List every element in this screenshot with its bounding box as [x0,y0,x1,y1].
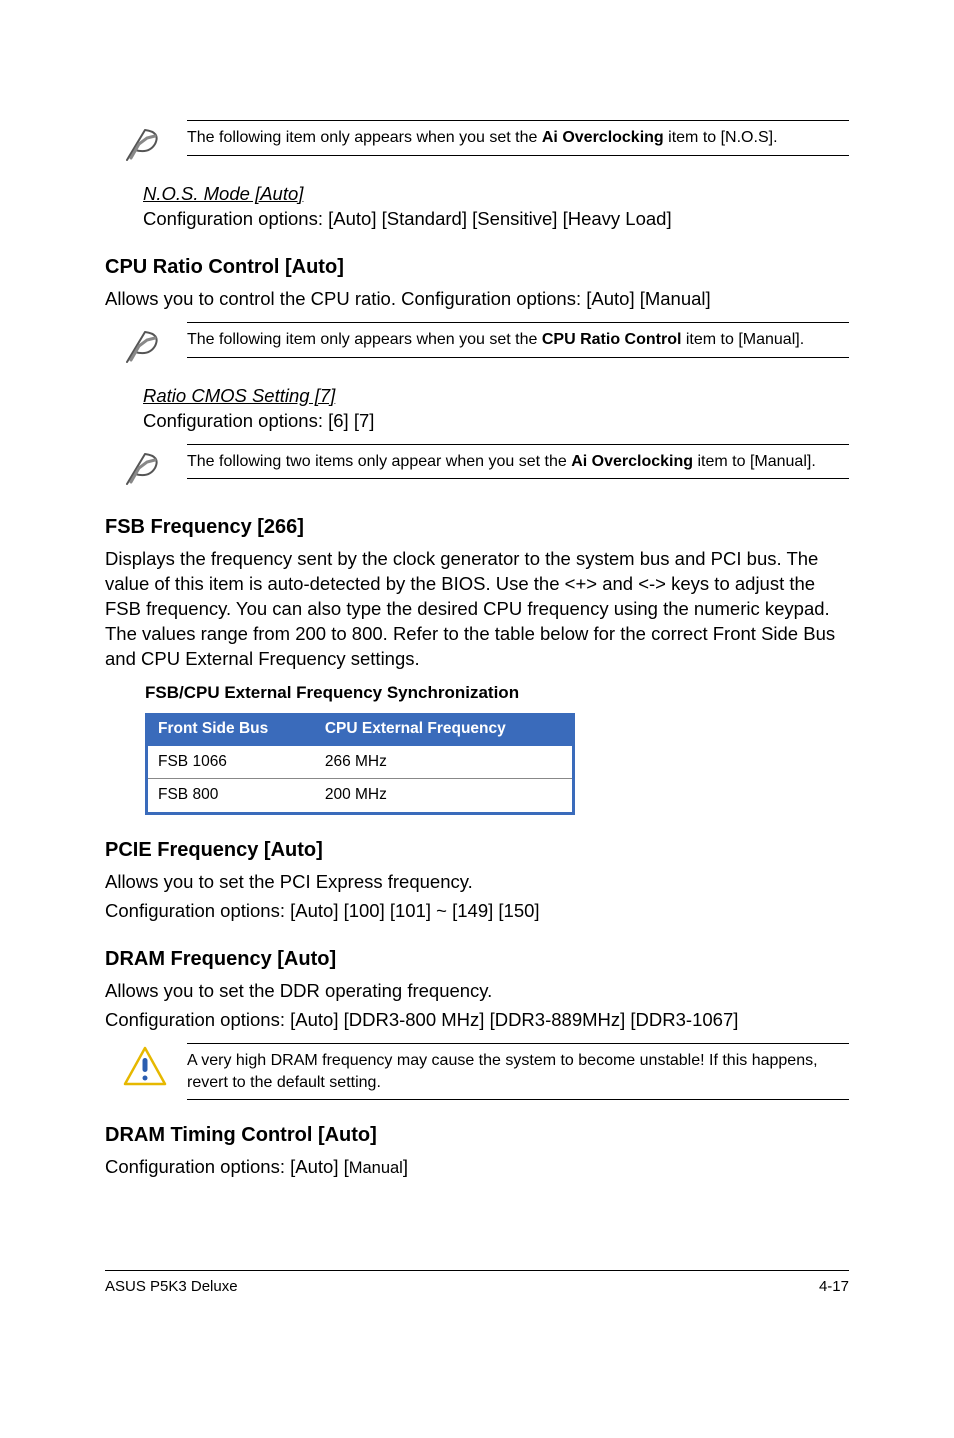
table-header-fsb: Front Side Bus [147,713,315,746]
table-cell: 266 MHz [315,746,574,779]
dram-timing-heading: DRAM Timing Control [Auto] [105,1122,849,1149]
warning-dram-frequency: A very high DRAM frequency may cause the… [121,1043,849,1100]
table-cell: FSB 800 [147,779,315,814]
note-icon [121,444,169,492]
pcie-body2: Configuration options: [Auto] [100] [101… [105,899,849,924]
pcie-body1: Allows you to set the PCI Express freque… [105,870,849,895]
dram-timing-body: Configuration options: [Auto] [Manual] [105,1155,849,1180]
dram-freq-body2: Configuration options: [Auto] [DDR3-800 … [105,1008,849,1033]
table-header-cpu-freq: CPU External Frequency [315,713,574,746]
page-footer: ASUS P5K3 Deluxe 4-17 [105,1270,849,1297]
nos-mode-title: N.O.S. Mode [Auto] [143,182,849,207]
note-cpu-ratio-control: The following item only appears when you… [121,322,849,370]
note-icon [121,322,169,370]
table-row: FSB 800 200 MHz [147,779,574,814]
table-cell: FSB 1066 [147,746,315,779]
ratio-cmos-config: Configuration options: [6] [7] [143,409,849,434]
note-text: The following item only appears when you… [187,120,849,156]
note-text-post: item to [N.O.S]. [664,129,778,146]
warning-icon [121,1043,169,1091]
dram-freq-body1: Allows you to set the DDR operating freq… [105,979,849,1004]
note-text-bold: Ai Overclocking [542,129,664,146]
pcie-heading: PCIE Frequency [Auto] [105,837,849,864]
note-text-pre: The following two items only appear when… [187,453,571,470]
note-text-pre: The following item only appears when you… [187,331,542,348]
nos-mode-config: Configuration options: [Auto] [Standard]… [143,207,849,232]
note-text-post: item to [Manual]. [693,453,816,470]
footer-left: ASUS P5K3 Deluxe [105,1277,238,1297]
note-ai-overclocking-manual: The following two items only appear when… [121,444,849,492]
note-text-pre: The following item only appears when you… [187,129,542,146]
table-cell: 200 MHz [315,779,574,814]
note-text-post: item to [Manual]. [681,331,804,348]
note-ai-overclocking-nos: The following item only appears when you… [121,120,849,168]
dram-timing-body-post: ] [403,1156,408,1177]
note-text-bold: Ai Overclocking [571,453,693,470]
warning-text: A very high DRAM frequency may cause the… [187,1043,849,1100]
cpu-ratio-body: Allows you to control the CPU ratio. Con… [105,287,849,312]
cpu-ratio-heading: CPU Ratio Control [Auto] [105,254,849,281]
fsb-frequency-table: Front Side Bus CPU External Frequency FS… [145,713,575,816]
dram-freq-heading: DRAM Frequency [Auto] [105,946,849,973]
dram-timing-body-pre: Configuration options: [Auto] [ [105,1156,349,1177]
table-row: FSB 1066 266 MHz [147,746,574,779]
note-text: The following two items only appear when… [187,444,849,480]
footer-right: 4-17 [819,1277,849,1297]
dram-timing-body-small: Manual [349,1159,403,1177]
fsb-table-title: FSB/CPU External Frequency Synchronizati… [145,682,849,705]
fsb-body: Displays the frequency sent by the clock… [105,547,849,672]
fsb-heading: FSB Frequency [266] [105,514,849,541]
note-icon [121,120,169,168]
ratio-cmos-title: Ratio CMOS Setting [7] [143,384,849,409]
note-text-bold: CPU Ratio Control [542,331,682,348]
note-text: The following item only appears when you… [187,322,849,358]
table-header-row: Front Side Bus CPU External Frequency [147,713,574,746]
